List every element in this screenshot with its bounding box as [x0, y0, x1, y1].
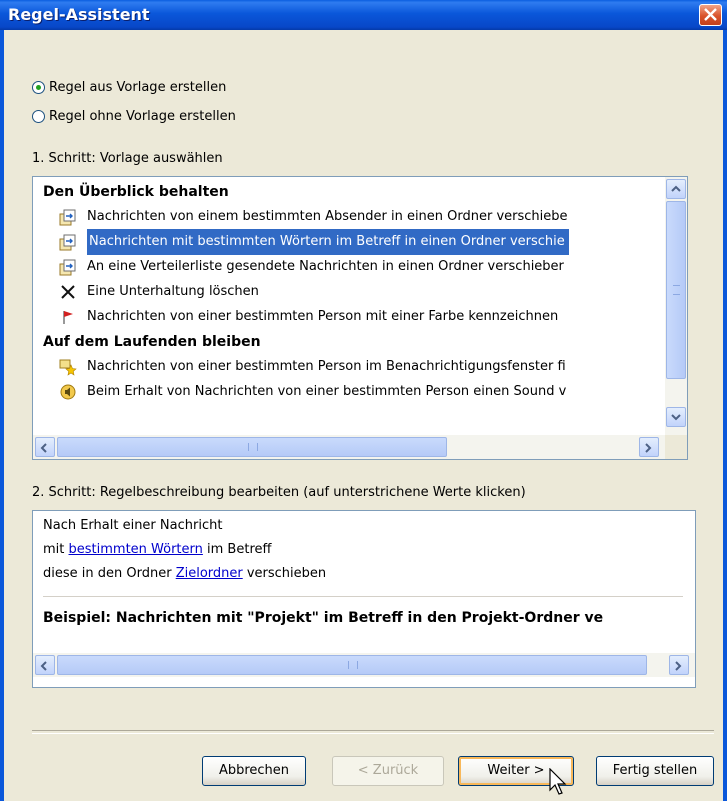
- chevron-down-icon: [671, 414, 681, 421]
- desc-line-words: mit bestimmten Wörtern im Betreff: [43, 542, 271, 557]
- desc-line-action: diese in den Ordner Zielordner verschieb…: [43, 566, 326, 581]
- move-to-folder-icon: [59, 209, 76, 226]
- title-bar[interactable]: Regel-Assistent: [0, 0, 727, 30]
- move-to-folder-icon: [59, 259, 76, 276]
- scroll-left-button[interactable]: [35, 655, 55, 675]
- list-item-label: Eine Unterhaltung löschen: [87, 284, 259, 299]
- radio-indicator[interactable]: [32, 81, 45, 94]
- example-text: Beispiel: Nachrichten mit "Projekt" im B…: [43, 610, 604, 626]
- list-item[interactable]: An eine Verteilerliste gesendete Nachric…: [59, 255, 564, 279]
- scroll-grip: [248, 443, 258, 451]
- list-item-label: Nachrichten von einem bestimmten Absende…: [87, 209, 568, 224]
- delete-x-icon: [61, 285, 75, 299]
- move-to-folder-icon: [59, 234, 76, 251]
- list-item[interactable]: Eine Unterhaltung löschen: [59, 280, 259, 304]
- step2-label: 2. Schritt: Regelbeschreibung bearbeiten…: [32, 485, 526, 500]
- chevron-right-icon: [675, 661, 682, 671]
- scroll-corner: [665, 435, 687, 459]
- desc-text: verschieben: [242, 566, 327, 581]
- desc-line-condition: Nach Erhalt einer Nachricht: [43, 518, 223, 533]
- list-item-label: Nachrichten mit bestimmten Wörtern im Be…: [87, 229, 569, 255]
- list-group-header: Den Überblick behalten: [43, 184, 229, 200]
- template-list-hscrollbar[interactable]: [33, 435, 665, 459]
- description-hscrollbar[interactable]: [33, 653, 695, 677]
- desc-text: diese in den Ordner: [43, 566, 176, 581]
- red-flag-icon: [63, 311, 73, 324]
- radio-label: Regel aus Vorlage erstellen: [49, 80, 227, 95]
- window-frame-left: [0, 30, 4, 801]
- alert-star-icon: [59, 359, 77, 376]
- scroll-up-button[interactable]: [666, 179, 686, 199]
- list-group-header: Auf dem Laufenden bleiben: [43, 334, 261, 350]
- close-button[interactable]: [699, 4, 722, 26]
- scroll-right-button[interactable]: [639, 437, 659, 457]
- scroll-down-button[interactable]: [666, 407, 686, 427]
- list-item[interactable]: Nachrichten von einer bestimmten Person …: [59, 305, 558, 329]
- chevron-up-icon: [671, 185, 681, 192]
- radio-indicator[interactable]: [32, 110, 45, 123]
- scroll-right-button[interactable]: [669, 655, 689, 675]
- window-frame-right: [723, 30, 727, 801]
- mouse-pointer-icon: [549, 768, 567, 795]
- radio-label: Regel ohne Vorlage erstellen: [49, 109, 236, 124]
- cancel-button[interactable]: Abbrechen: [202, 756, 306, 786]
- hscroll-thumb[interactable]: [57, 437, 447, 457]
- rule-wizard-window: Regel-Assistent Regel aus Vorlage erstel…: [0, 0, 727, 801]
- scroll-grip: [348, 661, 358, 669]
- target-folder-link[interactable]: Zielordner: [176, 566, 243, 581]
- desc-text: im Betreff: [202, 542, 272, 557]
- step1-label: 1. Schritt: Vorlage auswählen: [32, 151, 223, 166]
- list-item-label: An eine Verteilerliste gesendete Nachric…: [87, 259, 564, 274]
- chevron-right-icon: [645, 443, 652, 453]
- template-list-vscrollbar[interactable]: [665, 177, 687, 435]
- back-button[interactable]: < Zurück: [332, 756, 444, 786]
- window-title: Regel-Assistent: [8, 5, 150, 24]
- list-item-label: Nachrichten von einer bestimmten Person …: [87, 359, 566, 374]
- list-item-label: Beim Erhalt von Nachrichten von einer be…: [87, 384, 567, 399]
- list-item[interactable]: Nachrichten von einer bestimmten Person …: [59, 355, 566, 379]
- list-item[interactable]: Nachrichten von einem bestimmten Absende…: [59, 205, 568, 229]
- radio-from-template[interactable]: Regel aus Vorlage erstellen: [32, 80, 226, 95]
- list-item-selected[interactable]: Nachrichten mit bestimmten Wörtern im Be…: [59, 229, 569, 255]
- template-list[interactable]: Den Überblick behalten Nachrichten von e…: [32, 176, 688, 460]
- list-item-label: Nachrichten von einer bestimmten Person …: [87, 309, 559, 324]
- close-icon: [704, 8, 717, 21]
- scroll-grip: [673, 285, 680, 295]
- hscroll-thumb[interactable]: [57, 655, 647, 675]
- chevron-left-icon: [40, 443, 47, 453]
- rule-description-box[interactable]: Nach Erhalt einer Nachricht mit bestimmt…: [32, 510, 696, 688]
- finish-button[interactable]: Fertig stellen: [596, 756, 714, 786]
- desc-text: mit: [43, 542, 69, 557]
- vscroll-thumb[interactable]: [666, 201, 686, 379]
- sound-speaker-icon: [60, 384, 76, 400]
- list-item[interactable]: Beim Erhalt von Nachrichten von einer be…: [59, 380, 566, 404]
- button-divider: [32, 730, 714, 734]
- chevron-left-icon: [40, 661, 47, 671]
- specific-words-link[interactable]: bestimmten Wörtern: [69, 542, 203, 557]
- template-list-items: Den Überblick behalten Nachrichten von e…: [33, 177, 665, 435]
- scroll-left-button[interactable]: [35, 437, 55, 457]
- radio-without-template[interactable]: Regel ohne Vorlage erstellen: [32, 109, 236, 124]
- desc-separator: [43, 596, 683, 597]
